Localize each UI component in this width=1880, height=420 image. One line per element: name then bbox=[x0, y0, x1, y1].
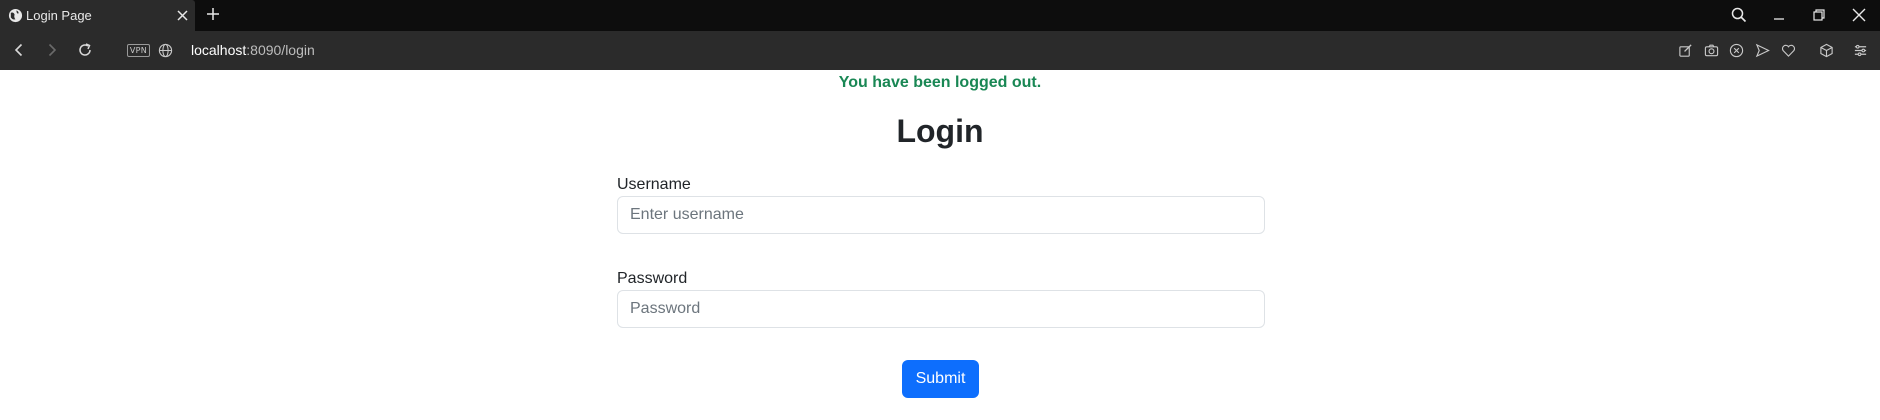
back-icon[interactable] bbox=[11, 42, 27, 58]
forward-icon[interactable] bbox=[44, 42, 60, 58]
browser-tab-bar: Login Page bbox=[0, 0, 1880, 31]
menu-icon[interactable] bbox=[1853, 43, 1868, 58]
tab-title: Login Page bbox=[26, 8, 92, 23]
globe-icon bbox=[8, 8, 23, 23]
plus-icon[interactable] bbox=[206, 7, 220, 21]
cube-icon[interactable] bbox=[1819, 43, 1834, 58]
minimize-icon[interactable] bbox=[1771, 7, 1787, 23]
heart-icon[interactable] bbox=[1781, 43, 1796, 58]
ad-block-icon[interactable] bbox=[1729, 43, 1744, 58]
address-bar: VPN localhost:8090/login bbox=[0, 31, 1880, 70]
username-input[interactable] bbox=[617, 196, 1265, 234]
url-field[interactable]: localhost:8090/login bbox=[191, 42, 315, 58]
url-host: localhost bbox=[191, 42, 247, 58]
edit-icon[interactable] bbox=[1678, 43, 1693, 58]
restore-icon[interactable] bbox=[1811, 7, 1827, 23]
send-icon[interactable] bbox=[1755, 43, 1770, 58]
close-icon[interactable] bbox=[1851, 7, 1867, 23]
username-label: Username bbox=[617, 176, 691, 193]
logout-alert: You have been logged out. bbox=[838, 74, 1042, 91]
browser-tab[interactable]: Login Page bbox=[0, 0, 195, 31]
password-label: Password bbox=[617, 270, 688, 287]
vpn-badge[interactable]: VPN bbox=[127, 44, 150, 57]
search-icon[interactable] bbox=[1731, 7, 1747, 23]
login-page: You have been logged out. Login Username… bbox=[0, 70, 1880, 420]
page-title: Login bbox=[896, 113, 984, 149]
reload-icon[interactable] bbox=[77, 42, 93, 58]
close-icon[interactable] bbox=[176, 9, 189, 22]
camera-icon[interactable] bbox=[1704, 43, 1719, 58]
submit-button[interactable]: Submit bbox=[902, 360, 979, 398]
password-input[interactable] bbox=[617, 290, 1265, 328]
globe-icon[interactable] bbox=[158, 43, 173, 58]
url-path: :8090/login bbox=[246, 42, 315, 58]
